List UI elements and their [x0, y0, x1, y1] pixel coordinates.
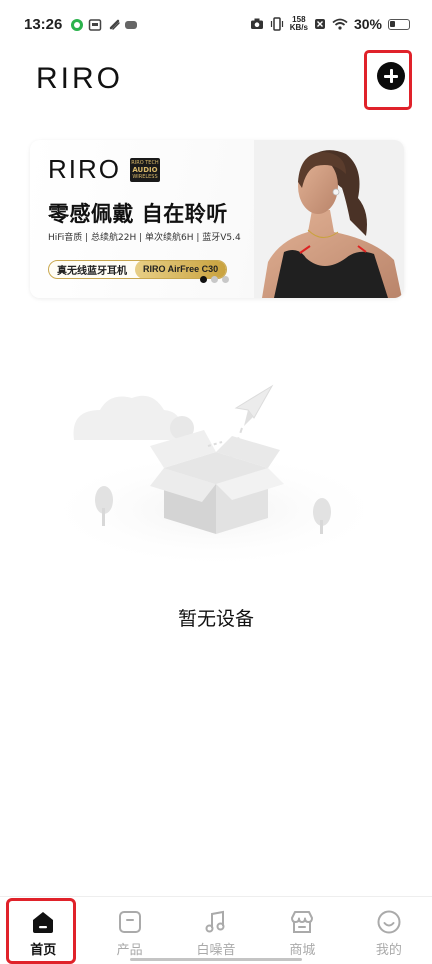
profile-icon	[377, 910, 401, 934]
promo-banner[interactable]: RIRO RIRO TECH AUDIO WIRELESS 零感佩戴 自在聆听 …	[30, 140, 404, 298]
nav-label-products: 产品	[116, 943, 143, 958]
battery-icon	[388, 18, 410, 30]
nav-label-profile: 我的	[375, 943, 402, 958]
vibrate-icon	[270, 17, 283, 31]
banner-logo: RIRO	[48, 154, 121, 184]
carousel-dot[interactable]	[211, 276, 218, 283]
link-app-icon	[109, 19, 120, 30]
music-note-icon	[205, 910, 225, 933]
net-speed-unit: KB/s	[289, 23, 308, 32]
carousel-dot[interactable]	[222, 276, 229, 283]
add-device-button[interactable]	[377, 62, 405, 90]
empty-state-message: 暂无设备	[177, 608, 254, 630]
status-bar: 13:26 158 KB/s 30%	[0, 0, 432, 52]
badge-mid-text: AUDIO	[132, 166, 158, 174]
nav-label-white-noise: 白噪音	[196, 943, 236, 958]
store-notification-icon	[88, 19, 102, 31]
nav-label-home: 首页	[30, 943, 57, 958]
wifi-icon	[332, 18, 348, 30]
bottom-nav: 首页 产品 白噪音 商城 我的	[0, 896, 432, 964]
app-header: RIRO	[0, 52, 432, 108]
model-image	[254, 140, 404, 298]
status-time: 13:26	[24, 16, 63, 33]
carousel-dots	[200, 276, 229, 283]
notification-app-icon	[125, 21, 137, 29]
battery-percent: 30%	[353, 16, 382, 32]
nav-home[interactable]: 首页	[0, 897, 86, 964]
camera-icon	[250, 18, 263, 29]
product-icon	[118, 911, 141, 933]
status-right-group: 158 KB/s 30%	[250, 16, 410, 32]
badge-bottom-text: WIRELESS	[132, 174, 158, 180]
nav-label-store: 商城	[289, 943, 316, 958]
nav-white-noise[interactable]: 白噪音	[173, 897, 259, 964]
network-speed: 158 KB/s	[290, 16, 308, 32]
no-sim-icon	[314, 19, 325, 29]
audio-badge: RIRO TECH AUDIO WIRELESS	[130, 158, 160, 182]
banner-headline: 零感佩戴 自在聆听	[48, 202, 228, 226]
gesture-bar[interactable]	[130, 958, 302, 961]
pill-label: 真无线蓝牙耳机	[57, 266, 127, 277]
nav-products[interactable]: 产品	[86, 897, 172, 964]
brand-logo: RIRO	[36, 62, 123, 95]
empty-box-icon	[40, 384, 390, 570]
home-icon	[33, 912, 54, 933]
nav-profile[interactable]: 我的	[346, 897, 432, 964]
chat-app-icon	[71, 19, 83, 31]
store-icon	[291, 911, 314, 933]
nav-store[interactable]: 商城	[259, 897, 345, 964]
banner-specs: HiFi音质 | 总续航22H | 单次续航6H | 蓝牙V5.4	[48, 233, 241, 243]
carousel-dot[interactable]	[200, 276, 207, 283]
